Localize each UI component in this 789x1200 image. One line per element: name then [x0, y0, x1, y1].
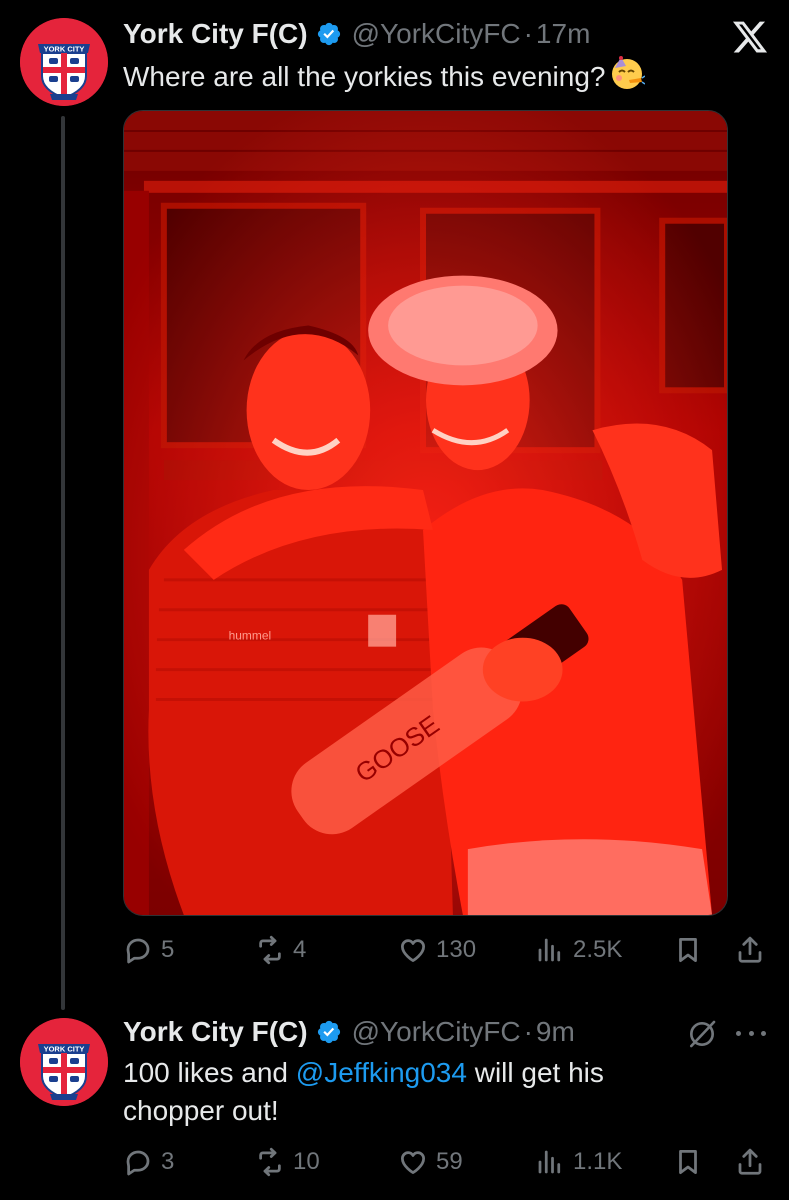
tweet-text-content: Where are all the yorkies this evening?	[123, 61, 606, 92]
heart-icon	[401, 939, 425, 962]
like-count: 59	[436, 1148, 463, 1175]
bookmark-icon	[679, 1150, 697, 1174]
x-logo-icon	[731, 18, 769, 56]
more-options-icon[interactable]	[736, 1020, 766, 1046]
views-count: 1.1K	[573, 1148, 623, 1175]
svg-text:YORK CITY: YORK CITY	[44, 45, 85, 54]
timestamp[interactable]: 9m	[536, 1012, 575, 1052]
verified-badge-icon[interactable]	[316, 1019, 342, 1045]
svg-text:YORK CITY: YORK CITY	[44, 1045, 85, 1054]
bookmark-button[interactable]	[673, 1142, 703, 1182]
tweet-action-bar: 5 4 130 2.5K	[123, 930, 768, 970]
repost-button[interactable]: 4	[255, 930, 306, 970]
repost-icon	[259, 935, 281, 965]
tweet-header: York City F(C) @YorkCityFC · 17m	[123, 14, 590, 54]
mention-link[interactable]: @Jeffking034	[296, 1057, 467, 1088]
views-bar-chart-icon	[538, 938, 561, 962]
reply-count: 3	[161, 1148, 175, 1175]
share-button[interactable]	[735, 930, 765, 970]
views-bar-chart-icon	[538, 1150, 561, 1174]
views-button[interactable]: 2.5K	[535, 930, 622, 970]
thread-connector-line	[61, 116, 65, 1010]
tweet-photo[interactable]: GOOSE hummel	[123, 110, 728, 916]
like-button[interactable]: 130	[398, 930, 476, 970]
share-icon	[738, 936, 762, 963]
tweet-action-bar: 3 10 59 1.1K	[123, 1142, 768, 1182]
heart-icon	[401, 1151, 425, 1174]
tweet-text: Where are all the yorkies this evening?	[123, 56, 646, 102]
avatar[interactable]: YORK CITY	[20, 1018, 108, 1106]
repost-icon	[259, 1147, 281, 1177]
york-city-crest-icon: YORK CITY	[20, 18, 108, 106]
reply-count: 5	[161, 936, 175, 963]
tweet-text-line-2: chopper out!	[123, 1095, 279, 1126]
bookmark-button[interactable]	[673, 930, 703, 970]
avatar[interactable]: YORK CITY	[20, 18, 108, 106]
bookmark-icon	[679, 938, 697, 962]
like-count: 130	[436, 936, 477, 963]
verified-badge-icon[interactable]	[316, 21, 342, 47]
like-button[interactable]: 59	[398, 1142, 463, 1182]
reply-button[interactable]: 3	[123, 1142, 174, 1182]
tweet-text-after: will get his	[466, 1057, 604, 1088]
reply-button[interactable]: 5	[123, 930, 174, 970]
views-count: 2.5K	[573, 936, 623, 963]
tweet-text: 100 likes and @Jeffking034 will get his …	[123, 1054, 604, 1130]
york-city-crest-icon: YORK CITY	[20, 1018, 108, 1106]
photo-image: GOOSE hummel	[124, 111, 727, 915]
views-button[interactable]: 1.1K	[535, 1142, 622, 1182]
repost-button[interactable]: 10	[255, 1142, 320, 1182]
tweet-header: York City F(C) @YorkCityFC · 9m	[123, 1012, 575, 1052]
repost-count: 10	[293, 1148, 320, 1175]
grok-icon[interactable]	[686, 1018, 718, 1050]
timestamp[interactable]: 17m	[536, 14, 590, 54]
reply-icon	[126, 938, 150, 964]
partying-face-emoji-icon	[609, 56, 646, 102]
share-icon	[738, 1148, 762, 1175]
reply-icon	[126, 1150, 150, 1176]
handle[interactable]: @YorkCityFC	[352, 1012, 521, 1052]
handle[interactable]: @YorkCityFC	[352, 14, 521, 54]
tweet-text-line-1: 100 likes and @Jeffking034 will get his	[123, 1054, 604, 1092]
separator-dot: ·	[523, 18, 533, 49]
share-button[interactable]	[735, 1142, 765, 1182]
repost-count: 4	[293, 936, 307, 963]
separator-dot: ·	[523, 1016, 533, 1047]
tweet-text-before: 100 likes and	[123, 1057, 296, 1088]
display-name[interactable]: York City F(C)	[123, 14, 308, 54]
display-name[interactable]: York City F(C)	[123, 1012, 308, 1052]
